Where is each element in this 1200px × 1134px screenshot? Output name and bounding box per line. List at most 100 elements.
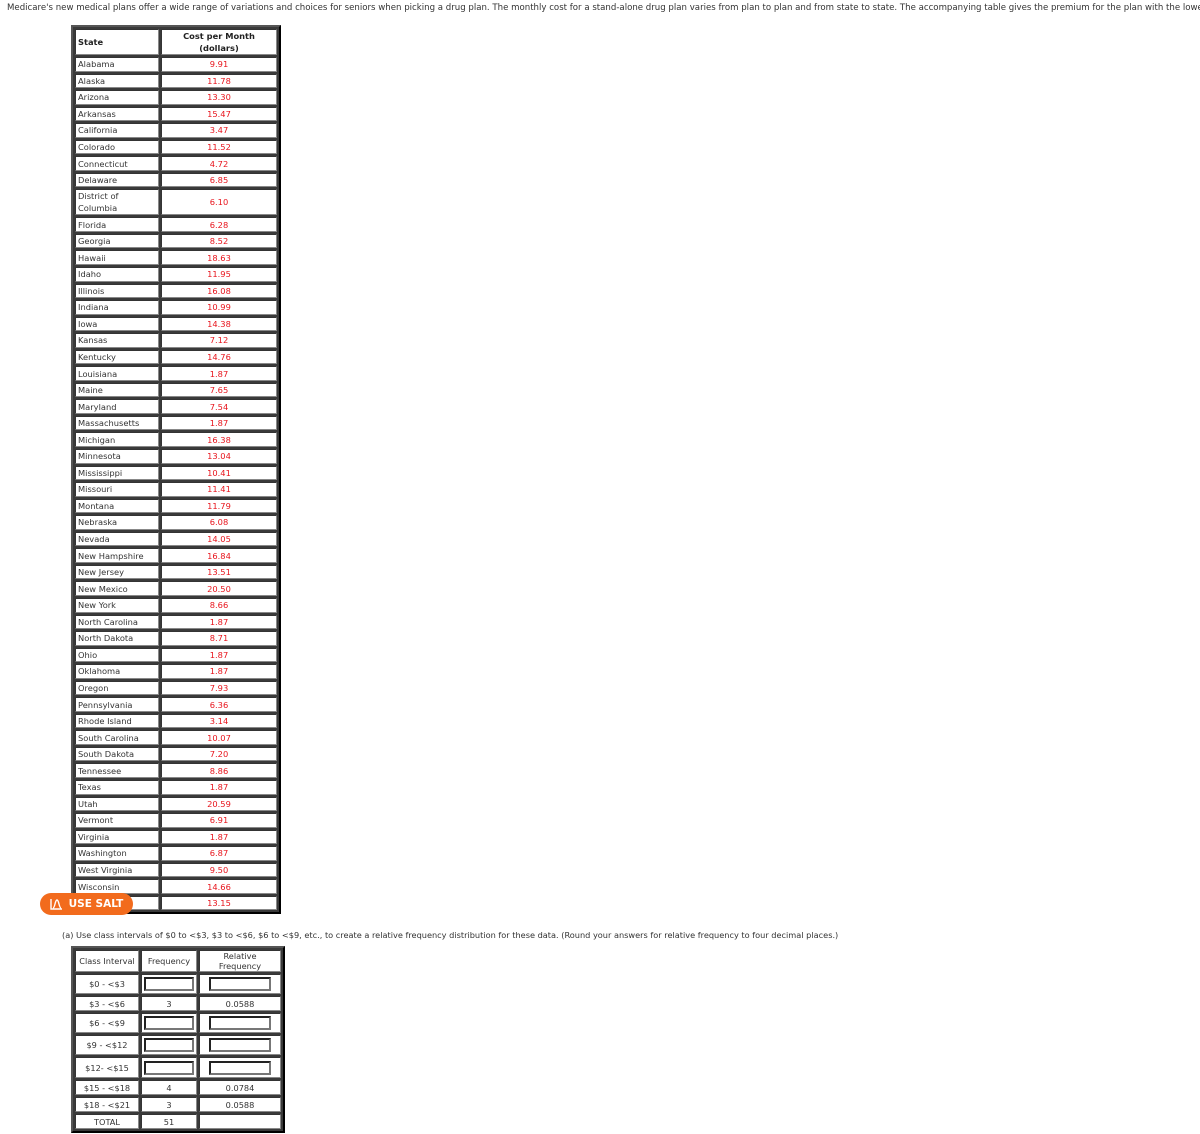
table-row: Missouri 11.41 [75,482,277,497]
cost-value-cell: 18.63 [161,250,277,266]
class-interval-cell: $6 - <$9 [75,1013,139,1033]
cost-value-cell: 13.30 [161,90,277,105]
cost-value-cell: 6.08 [161,515,277,530]
relative-frequency-value-cell: 0.0784 [199,1080,281,1095]
state-name-cell: Kansas [75,333,159,348]
table-row: Vermont 6.91 [75,813,277,828]
table-row: New York 8.66 [75,597,277,613]
cost-value-cell: 6.36 [161,697,277,712]
state-name-cell: New Jersey [75,564,159,580]
cost-value-cell: 13.15 [161,895,277,911]
state-name-cell: Ohio [75,647,159,663]
state-name-cell: Alabama [75,57,159,72]
cost-value-cell: 11.41 [161,482,277,497]
salt-graph-icon [49,899,62,910]
state-name-cell: Tennessee [75,763,159,778]
cost-value-cell: 14.38 [161,316,277,332]
table-row: California 3.47 [75,123,277,138]
frequency-input[interactable] [144,1060,194,1075]
cost-value-cell: 8.52 [161,233,277,249]
cost-value-cell: 1.87 [161,829,277,845]
state-name-cell: Delaware [75,172,159,188]
state-name-cell: Florida [75,217,159,232]
cost-value-cell: 10.41 [161,465,277,481]
cost-value-cell: 9.91 [161,57,277,72]
state-name-cell: Michigan [75,432,159,448]
state-name-cell: Rhode Island [75,713,159,729]
state-name-cell: South Carolina [75,730,159,745]
cost-value-cell: 6.91 [161,813,277,828]
cost-value-cell: 13.04 [161,449,277,464]
freq-table-row: $18 - <$21 3 0.0588 [75,1097,281,1112]
cost-value-cell: 6.85 [161,172,277,188]
relative-frequency-value-cell: 0.0588 [199,996,281,1011]
state-name-cell: New Mexico [75,581,159,596]
table-row: Idaho 11.95 [75,267,277,282]
cost-value-cell: 4.72 [161,156,277,171]
state-name-cell: Alaska [75,73,159,89]
table-row: Michigan 16.38 [75,432,277,448]
total-label-cell: TOTAL [75,1114,139,1129]
table-row: Louisiana 1.87 [75,366,277,381]
state-name-cell: Montana [75,498,159,514]
table-row: Rhode Island 3.14 [75,713,277,729]
cost-value-cell: 1.87 [161,614,277,630]
state-name-cell: Wisconsin [75,879,159,894]
table-row: Mississippi 10.41 [75,465,277,481]
state-name-cell: Oklahoma [75,664,159,679]
cost-value-cell: 14.76 [161,349,277,365]
table-row: Iowa 14.38 [75,316,277,332]
relative-frequency-input[interactable] [209,1060,271,1075]
state-name-cell: Connecticut [75,156,159,171]
total-row: TOTAL 51 [75,1114,281,1129]
relative-frequency-input[interactable] [209,1016,271,1030]
total-frequency-cell: 51 [141,1114,197,1129]
cost-value-cell: 1.87 [161,664,277,679]
state-name-cell: Arkansas [75,106,159,122]
table-row: Maine 7.65 [75,382,277,398]
class-interval-cell: $9 - <$12 [75,1035,139,1055]
header-state: State [75,29,159,55]
state-name-cell: Massachusetts [75,415,159,431]
frequency-cell [141,1035,197,1055]
frequency-value-cell: 4 [141,1080,197,1095]
state-name-cell: Kentucky [75,349,159,365]
class-interval-cell: $3 - <$6 [75,996,139,1011]
use-salt-button[interactable]: USE SALT [40,893,133,915]
cost-value-cell: 7.93 [161,680,277,696]
table-row: Arkansas 15.47 [75,106,277,122]
relative-frequency-input[interactable] [209,977,271,991]
frequency-distribution-table: Class Interval Frequency Relative Freque… [71,946,285,1133]
table-row: Maryland 7.54 [75,399,277,414]
state-name-cell: Illinois [75,283,159,299]
table-row: Wisconsin 14.66 [75,879,277,894]
frequency-input[interactable] [144,1038,194,1052]
state-name-cell: California [75,123,159,138]
table-row: North Carolina 1.87 [75,614,277,630]
frequency-input[interactable] [144,1016,194,1030]
question-a-text: (a) Use class intervals of $0 to <$3, $3… [62,930,839,940]
cost-value-cell: 6.28 [161,217,277,232]
state-name-cell: District of Columbia [75,189,159,216]
relative-frequency-input[interactable] [209,1038,271,1052]
table-row: Indiana 10.99 [75,300,277,315]
table-row: Connecticut 4.72 [75,156,277,171]
frequency-value-cell: 3 [141,1097,197,1112]
state-name-cell: Utah [75,796,159,812]
cost-value-cell: 20.50 [161,581,277,596]
state-name-cell: Mississippi [75,465,159,481]
cost-value-cell: 7.20 [161,746,277,762]
state-name-cell: Maine [75,382,159,398]
cost-value-cell: 7.65 [161,382,277,398]
class-interval-cell: $18 - <$21 [75,1097,139,1112]
frequency-input[interactable] [144,977,194,991]
freq-table-row: $0 - <$3 [75,974,281,994]
state-name-cell: Oregon [75,680,159,696]
table-row: Illinois 16.08 [75,283,277,299]
state-name-cell: Colorado [75,139,159,155]
table-row: Massachusetts 1.87 [75,415,277,431]
cost-value-cell: 1.87 [161,647,277,663]
table-row: District of Columbia 6.10 [75,189,277,216]
table-row: Montana 11.79 [75,498,277,514]
cost-value-cell: 16.38 [161,432,277,448]
